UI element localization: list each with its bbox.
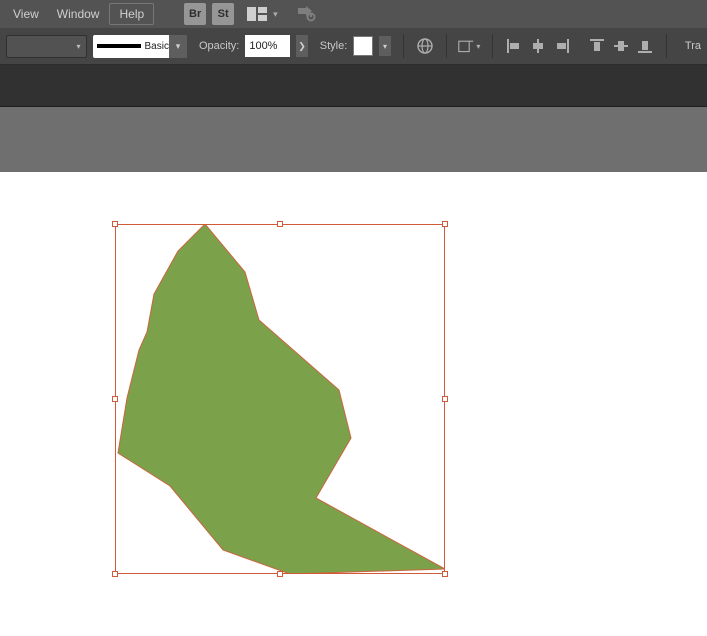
vertical-align-group bbox=[588, 35, 654, 57]
align-bottom-button[interactable] bbox=[636, 35, 654, 57]
align-top-button[interactable] bbox=[588, 35, 606, 57]
brush-profile-label: Basic bbox=[145, 41, 169, 52]
style-label: Style: bbox=[320, 40, 348, 52]
chevron-down-icon: ▾ bbox=[169, 35, 187, 58]
align-right-button[interactable] bbox=[553, 35, 571, 57]
separator bbox=[446, 34, 447, 58]
workspace-icon bbox=[247, 7, 267, 21]
polygon-path[interactable] bbox=[118, 224, 445, 574]
preset-dropdown[interactable]: ▾ bbox=[6, 35, 87, 58]
document-setup-icon[interactable]: ▾ bbox=[458, 35, 480, 57]
separator bbox=[492, 34, 493, 58]
gpu-preview-icon[interactable] bbox=[296, 6, 316, 22]
align-left-button[interactable] bbox=[505, 35, 523, 57]
menu-help[interactable]: Help bbox=[109, 3, 154, 25]
canvas-pasteboard bbox=[0, 107, 707, 172]
recolor-artwork-icon[interactable] bbox=[416, 35, 434, 57]
separator bbox=[666, 34, 667, 58]
align-hcenter-button[interactable] bbox=[529, 35, 547, 57]
workspace-switcher[interactable]: ▾ bbox=[247, 7, 278, 21]
selected-shape[interactable] bbox=[115, 224, 445, 574]
stock-button[interactable]: St bbox=[212, 3, 234, 25]
menu-bar: View Window Help Br St ▾ bbox=[0, 0, 707, 28]
options-bar: ▾ Basic ▾ Opacity: ❯ Style: ▾ ▾ bbox=[0, 28, 707, 65]
separator bbox=[403, 34, 404, 58]
stroke-preview bbox=[97, 44, 141, 48]
opacity-input[interactable] bbox=[245, 35, 290, 57]
style-swatch[interactable] bbox=[353, 36, 373, 56]
menu-window[interactable]: Window bbox=[48, 4, 109, 24]
document-tab-strip bbox=[0, 65, 707, 107]
opacity-label: Opacity: bbox=[199, 40, 239, 52]
brush-profile-dropdown[interactable]: Basic ▾ bbox=[93, 35, 187, 58]
chevron-down-icon: ▾ bbox=[273, 9, 278, 20]
artboard[interactable] bbox=[0, 172, 707, 636]
bridge-button[interactable]: Br bbox=[184, 3, 206, 25]
chevron-down-icon: ▾ bbox=[476, 42, 480, 51]
opacity-stepper[interactable]: ❯ bbox=[296, 35, 307, 57]
transform-label: Tra bbox=[685, 40, 701, 52]
menu-view[interactable]: View bbox=[4, 4, 48, 24]
horizontal-align-group bbox=[505, 35, 571, 57]
align-vcenter-button[interactable] bbox=[612, 35, 630, 57]
chevron-down-icon: ▾ bbox=[72, 42, 86, 51]
style-dropdown-button[interactable]: ▾ bbox=[379, 36, 390, 56]
